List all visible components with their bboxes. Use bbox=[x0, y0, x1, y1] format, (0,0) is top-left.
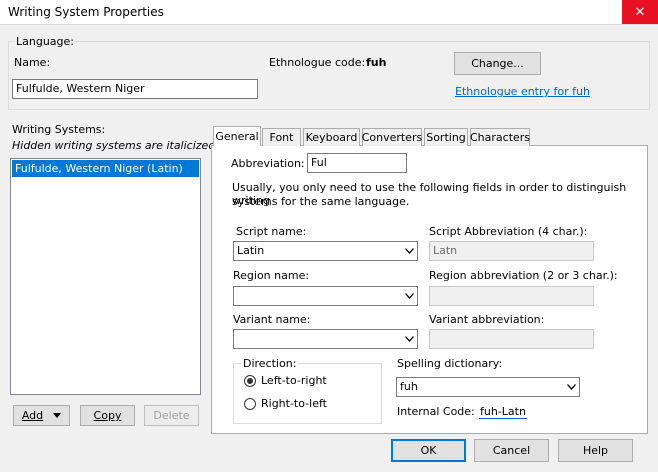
chevron-down-icon bbox=[405, 248, 414, 254]
script-abbrev-field[interactable]: Latn bbox=[429, 241, 594, 261]
close-button[interactable]: ✕ bbox=[622, 0, 658, 24]
abbreviation-label: Abbreviation: bbox=[231, 157, 305, 170]
writing-systems-list[interactable]: Fulfulde, Western Niger (Latin) bbox=[10, 158, 201, 395]
ok-button[interactable]: OK bbox=[391, 439, 466, 462]
close-icon: ✕ bbox=[634, 4, 646, 20]
writing-systems-label: Writing Systems: bbox=[12, 123, 106, 136]
variant-name-select[interactable] bbox=[233, 329, 418, 349]
window-title: Writing System Properties bbox=[8, 5, 164, 19]
direction-label: Direction: bbox=[241, 357, 299, 370]
chevron-down-icon bbox=[405, 293, 414, 299]
ethnologue-entry-link[interactable]: Ethnologue entry for fuh bbox=[455, 85, 590, 98]
direction-group bbox=[233, 363, 382, 424]
ethnologue-code-label: Ethnologue code: bbox=[269, 56, 366, 69]
region-name-label: Region name: bbox=[233, 269, 310, 282]
tab-characters[interactable]: Characters bbox=[470, 128, 530, 146]
script-name-value: Latin bbox=[237, 244, 265, 257]
spelling-dictionary-value: fuh bbox=[400, 380, 418, 393]
dropdown-arrow-icon bbox=[53, 413, 62, 418]
hidden-systems-note: Hidden writing systems are italicized bbox=[12, 139, 216, 152]
region-abbrev-label: Region abbreviation (2 or 3 char.): bbox=[429, 269, 618, 282]
chevron-down-icon bbox=[405, 336, 414, 342]
ltr-radio[interactable]: Left-to-right bbox=[244, 374, 327, 387]
copy-button[interactable]: Copy bbox=[80, 405, 135, 426]
variant-abbrev-label: Variant abbreviation: bbox=[429, 313, 545, 326]
radio-selected-icon bbox=[244, 374, 256, 387]
name-label: Name: bbox=[14, 56, 51, 69]
rtl-label: Right-to-left bbox=[261, 397, 327, 410]
abbreviation-field[interactable]: Ful bbox=[307, 153, 407, 173]
add-label: Add bbox=[21, 409, 44, 422]
delete-button[interactable]: Delete bbox=[144, 405, 199, 426]
spelling-dictionary-select[interactable]: fuh bbox=[396, 377, 580, 397]
language-group-label: Language: bbox=[14, 35, 76, 48]
ltr-label: Left-to-right bbox=[261, 374, 327, 387]
tab-converters[interactable]: Converters bbox=[362, 128, 422, 146]
rtl-radio[interactable]: Right-to-left bbox=[244, 397, 327, 410]
change-button[interactable]: Change... bbox=[454, 52, 541, 75]
internal-code-label: Internal Code: bbox=[397, 405, 475, 418]
language-group bbox=[8, 41, 650, 110]
radio-unselected-icon bbox=[244, 397, 256, 410]
cancel-button[interactable]: Cancel bbox=[474, 439, 549, 462]
region-name-select[interactable] bbox=[233, 286, 418, 306]
chevron-down-icon bbox=[567, 384, 576, 390]
tab-keyboard[interactable]: Keyboard bbox=[303, 128, 360, 146]
help-button[interactable]: Help bbox=[558, 439, 633, 462]
add-button[interactable]: Add bbox=[13, 405, 70, 426]
info-text-line2: systems for the same language. bbox=[232, 195, 410, 208]
tab-font[interactable]: Font bbox=[262, 128, 301, 146]
language-name-field[interactable]: Fulfulde, Western Niger bbox=[12, 79, 258, 99]
tab-sorting[interactable]: Sorting bbox=[424, 128, 468, 146]
script-name-select[interactable]: Latin bbox=[233, 241, 418, 261]
ethnologue-code-value: fuh bbox=[366, 56, 387, 69]
tab-general[interactable]: General bbox=[213, 126, 261, 146]
list-item[interactable]: Fulfulde, Western Niger (Latin) bbox=[12, 160, 199, 177]
script-abbrev-label: Script Abbreviation (4 char.): bbox=[429, 225, 588, 238]
script-name-label: Script name: bbox=[236, 225, 307, 238]
variant-abbrev-field[interactable] bbox=[429, 329, 594, 349]
variant-name-label: Variant name: bbox=[233, 313, 311, 326]
internal-code-value: fuh-Latn bbox=[479, 405, 527, 419]
region-abbrev-field[interactable] bbox=[429, 286, 594, 306]
spelling-dictionary-label: Spelling dictionary: bbox=[397, 357, 503, 370]
